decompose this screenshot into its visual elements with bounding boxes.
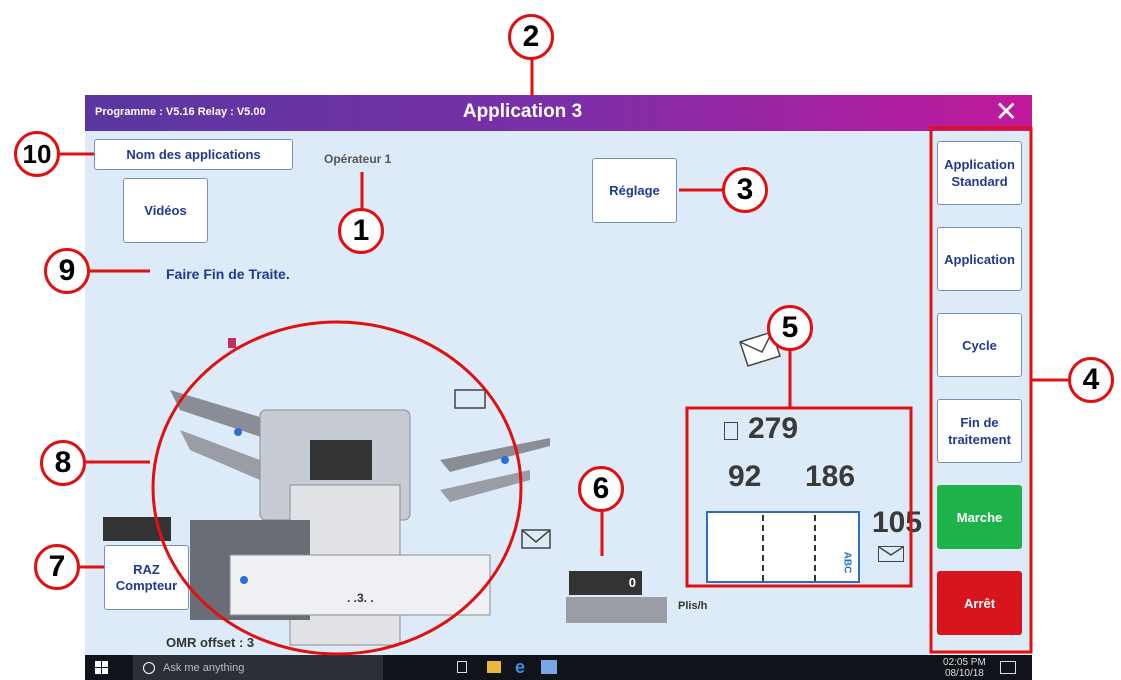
annotation-3: 3 (722, 167, 768, 213)
annotation-2: 2 (508, 14, 554, 60)
annotation-8: 8 (40, 440, 86, 486)
annotation-10: 10 (14, 131, 60, 177)
annotation-1: 1 (338, 208, 384, 254)
annotation-6: 6 (578, 466, 624, 512)
annotation-5: 5 (767, 305, 813, 351)
annotation-lines (60, 60, 1068, 656)
annotation-9: 9 (44, 248, 90, 294)
annotation-7: 7 (34, 544, 80, 590)
annotation-4: 4 (1068, 357, 1114, 403)
